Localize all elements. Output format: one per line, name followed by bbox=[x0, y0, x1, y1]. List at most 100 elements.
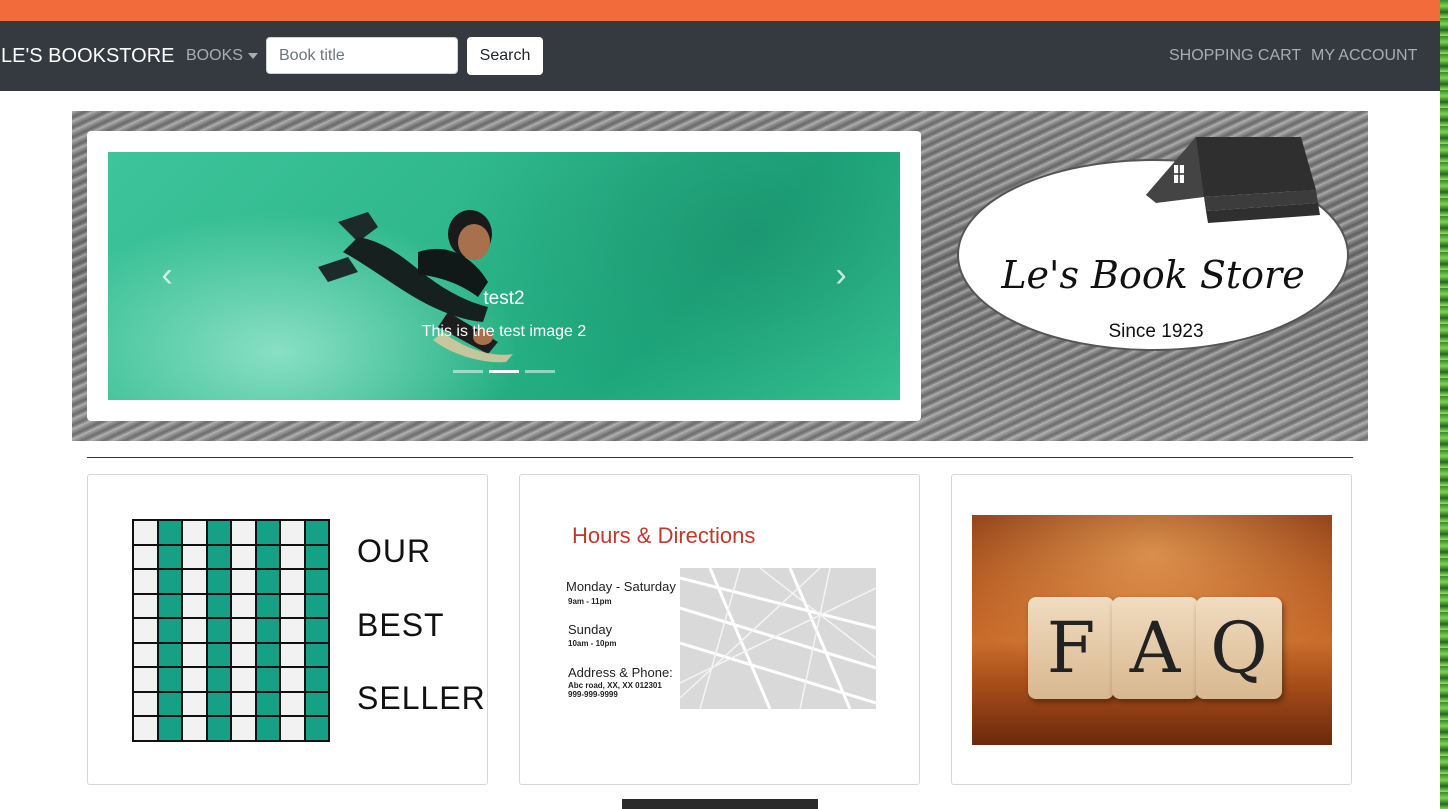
book-cover-thumb bbox=[232, 643, 255, 667]
carousel-frame: ‹ › test2 This is the test image 2 bbox=[87, 131, 921, 421]
best-seller-line-2: BEST bbox=[357, 607, 445, 643]
store-logo: Le's Book Store Since 1923 bbox=[956, 135, 1350, 351]
book-cover-thumb bbox=[281, 668, 304, 691]
book-cover-thumb bbox=[207, 570, 230, 593]
hours-directions-card[interactable]: Hours & Directions Monday - Saturday 9am… bbox=[519, 474, 920, 785]
hours-weekday-label: Monday - Saturday bbox=[566, 579, 676, 594]
search-button[interactable]: Search bbox=[467, 37, 543, 75]
book-cover-thumb bbox=[256, 594, 279, 618]
book-cover-thumb bbox=[232, 668, 255, 691]
book-cover-thumb bbox=[256, 545, 279, 569]
book-cover-thumb bbox=[305, 717, 328, 740]
book-cover-thumb bbox=[281, 692, 304, 716]
book-cover-thumb bbox=[134, 570, 157, 593]
book-cover-thumb bbox=[134, 692, 157, 716]
my-account-link[interactable]: MY ACCOUNT bbox=[1311, 47, 1417, 65]
map-image bbox=[680, 568, 876, 709]
book-cover-thumb bbox=[232, 594, 255, 618]
best-seller-books-image bbox=[132, 519, 330, 742]
faq-card[interactable]: F A Q bbox=[951, 474, 1352, 785]
book-cover-thumb bbox=[158, 570, 181, 593]
carousel: ‹ › test2 This is the test image 2 bbox=[108, 152, 900, 400]
book-cover-thumb bbox=[158, 521, 181, 544]
navbar: LE'S BOOKSTORE BOOKS Search SHOPPING CAR… bbox=[0, 21, 1440, 91]
book-cover-thumb bbox=[183, 570, 206, 593]
faq-block-f: F bbox=[1028, 597, 1114, 699]
book-cover-thumb bbox=[281, 570, 304, 593]
book-cover-thumb bbox=[305, 668, 328, 691]
book-cover-thumb bbox=[158, 545, 181, 569]
book-cover-thumb bbox=[207, 717, 230, 740]
book-cover-thumb bbox=[207, 619, 230, 642]
book-cover-thumb bbox=[305, 594, 328, 618]
carousel-next-button[interactable]: › bbox=[826, 258, 856, 292]
carousel-indicator-1[interactable] bbox=[453, 370, 483, 373]
book-cover-thumb bbox=[232, 692, 255, 716]
faq-image: F A Q bbox=[972, 515, 1332, 745]
book-cover-thumb bbox=[207, 643, 230, 667]
faq-block-a: A bbox=[1112, 597, 1198, 699]
book-cover-thumb bbox=[305, 619, 328, 642]
carousel-indicator-3[interactable] bbox=[525, 370, 555, 373]
book-cover-thumb bbox=[158, 668, 181, 691]
book-cover-thumb bbox=[134, 643, 157, 667]
hero-banner: ‹ › test2 This is the test image 2 Le's … bbox=[72, 111, 1368, 441]
book-cover-thumb bbox=[305, 692, 328, 716]
book-cover-thumb bbox=[305, 545, 328, 569]
carousel-indicator-2[interactable] bbox=[489, 370, 519, 373]
book-cover-thumb bbox=[305, 643, 328, 667]
book-cover-thumb bbox=[158, 717, 181, 740]
phone-value: 999-999-9999 bbox=[568, 690, 618, 699]
book-cover-thumb bbox=[281, 545, 304, 569]
search-input[interactable] bbox=[266, 37, 458, 74]
book-cover-thumb bbox=[134, 717, 157, 740]
book-cover-thumb bbox=[207, 521, 230, 544]
section-divider bbox=[87, 457, 1353, 458]
book-cover-thumb bbox=[256, 570, 279, 593]
book-cover-thumb bbox=[256, 692, 279, 716]
book-cover-thumb bbox=[281, 717, 304, 740]
book-cover-thumb bbox=[158, 692, 181, 716]
book-cover-thumb bbox=[134, 668, 157, 691]
chevron-down-icon[interactable] bbox=[248, 53, 258, 59]
book-cover-thumb bbox=[232, 521, 255, 544]
book-cover-thumb bbox=[183, 692, 206, 716]
books-dropdown[interactable]: BOOKS bbox=[186, 47, 243, 65]
book-cover-thumb bbox=[183, 594, 206, 618]
book-cover-thumb bbox=[183, 545, 206, 569]
address-label: Address & Phone: bbox=[568, 665, 673, 680]
book-cover-thumb bbox=[232, 717, 255, 740]
logo-emblem bbox=[957, 137, 1349, 351]
top-accent-bar bbox=[0, 0, 1448, 21]
hours-sunday-value: 10am - 10pm bbox=[568, 639, 617, 648]
book-cover-thumb bbox=[207, 594, 230, 618]
address-value: Abc road, XX, XX 012301 bbox=[568, 681, 662, 690]
best-seller-card[interactable]: OUR BEST SELLER bbox=[87, 474, 488, 785]
book-cover-thumb bbox=[134, 594, 157, 618]
book-cover-thumb bbox=[207, 545, 230, 569]
best-seller-line-3: SELLER bbox=[357, 680, 486, 716]
book-cover-thumb bbox=[183, 668, 206, 691]
surfer-image bbox=[318, 210, 513, 363]
book-cover-thumb bbox=[183, 521, 206, 544]
book-cover-thumb bbox=[305, 521, 328, 544]
book-cover-thumb bbox=[134, 545, 157, 569]
carousel-prev-button[interactable]: ‹ bbox=[152, 258, 182, 292]
book-cover-thumb bbox=[281, 643, 304, 667]
book-cover-thumb bbox=[256, 619, 279, 642]
slide-title: test2 bbox=[483, 288, 525, 309]
book-cover-thumb bbox=[256, 717, 279, 740]
book-cover-thumb bbox=[158, 619, 181, 642]
book-cover-thumb bbox=[256, 668, 279, 691]
book-cover-thumb bbox=[207, 692, 230, 716]
book-cover-thumb bbox=[158, 594, 181, 618]
book-cover-thumb bbox=[232, 570, 255, 593]
brand-link[interactable]: LE'S BOOKSTORE bbox=[1, 45, 175, 68]
book-cover-thumb bbox=[281, 594, 304, 618]
carousel-indicators bbox=[453, 370, 555, 374]
book-cover-thumb bbox=[207, 668, 230, 691]
hours-sunday-label: Sunday bbox=[568, 622, 613, 637]
shopping-cart-link[interactable]: SHOPPING CART bbox=[1169, 47, 1301, 65]
book-cover-thumb bbox=[305, 570, 328, 593]
best-seller-line-1: OUR bbox=[357, 533, 432, 569]
